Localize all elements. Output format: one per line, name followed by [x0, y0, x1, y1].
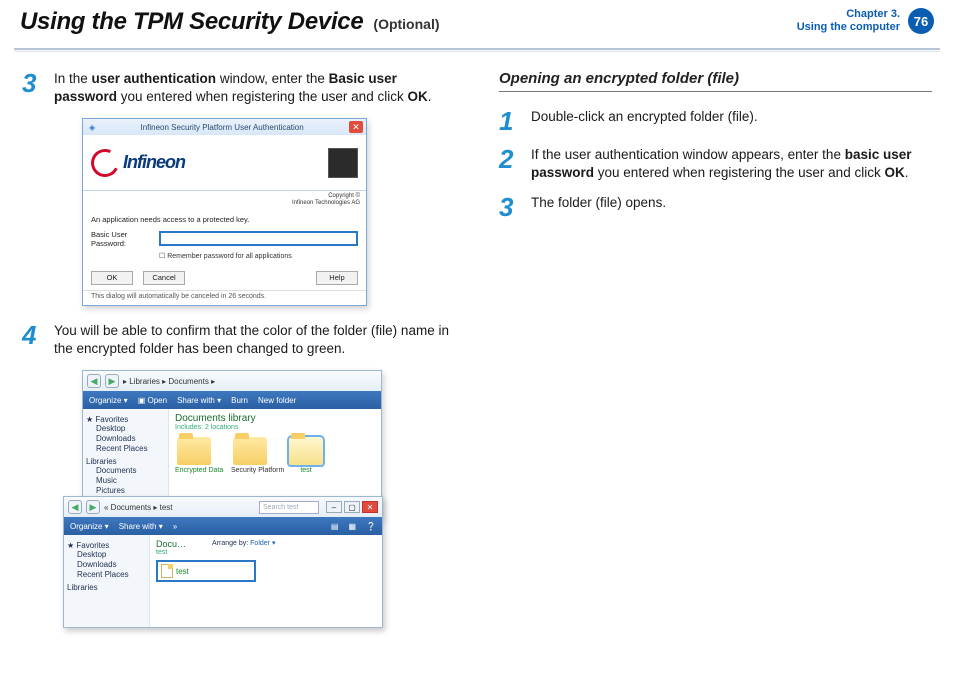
- explorer-titlebar: ◀ ▶ ▸ Libraries ▸ Documents ▸: [83, 371, 381, 391]
- page-number-badge: 76: [908, 8, 934, 34]
- sidebar-item-music[interactable]: Music: [96, 476, 165, 486]
- library-subtitle: Includes: 2 locations: [175, 424, 375, 431]
- sidebar-item-recent[interactable]: Recent Places: [96, 444, 165, 454]
- sidebar-favorites[interactable]: ★ Favorites: [86, 415, 165, 424]
- share-menu[interactable]: Share with ▾: [119, 522, 163, 531]
- back-icon[interactable]: ◀: [87, 374, 101, 388]
- arrange-by[interactable]: Arrange by: Folder ▾: [212, 539, 275, 547]
- step-text: The folder (file) opens.: [531, 194, 666, 220]
- cancel-button[interactable]: Cancel: [143, 271, 185, 285]
- explorer-window-nested: ◀ ▶ « Documents ▸ test Search test – ▢ ✕…: [63, 496, 383, 628]
- minimize-icon[interactable]: –: [326, 501, 342, 513]
- library-title: Docu…: [156, 539, 186, 549]
- more-menu[interactable]: »: [173, 522, 177, 531]
- sidebar-item-pictures[interactable]: Pictures: [96, 486, 165, 496]
- sidebar-item-downloads[interactable]: Downloads: [77, 560, 146, 570]
- breadcrumb[interactable]: ▸ Libraries ▸ Documents ▸: [123, 377, 215, 386]
- search-input[interactable]: Search test: [259, 501, 319, 514]
- step-text: You will be able to confirm that the col…: [54, 322, 455, 358]
- sidebar-item-desktop[interactable]: Desktop: [96, 424, 165, 434]
- page-subtitle: (Optional): [373, 16, 439, 32]
- chapter-label: Chapter 3. Using the computer: [797, 8, 900, 33]
- share-menu[interactable]: Share with ▾: [177, 396, 221, 405]
- open-step-3: 3 The folder (file) opens.: [499, 194, 932, 220]
- sidebar-libraries[interactable]: Libraries: [67, 583, 146, 592]
- folder-test[interactable]: test: [287, 437, 325, 474]
- preview-icon[interactable]: ▦: [348, 522, 356, 531]
- brand-logo: Infineon: [91, 149, 185, 177]
- password-input[interactable]: [159, 231, 358, 246]
- step-number: 3: [499, 194, 521, 220]
- back-icon[interactable]: ◀: [68, 500, 82, 514]
- folder-icon: [289, 437, 323, 465]
- step-number: 1: [499, 108, 521, 134]
- organize-menu[interactable]: Organize ▾: [70, 522, 109, 531]
- open-button[interactable]: ▣ Open: [138, 396, 167, 405]
- step-text: Double-click an encrypted folder (file).: [531, 108, 758, 134]
- close-icon[interactable]: ✕: [349, 121, 363, 133]
- folder-security-platform[interactable]: Security Platform: [231, 437, 269, 474]
- page-header: Using the TPM Security Device (Optional)…: [0, 0, 954, 48]
- explorer-toolbar: Organize ▾ Share with ▾ » ▤ ▦ ❔: [64, 517, 382, 535]
- folder-encrypted-data[interactable]: Encrypted Data: [175, 437, 213, 474]
- explorer-window: ◀ ▶ ▸ Libraries ▸ Documents ▸ Organize ▾…: [82, 370, 382, 520]
- open-step-1: 1 Double-click an encrypted folder (file…: [499, 108, 932, 134]
- step-number: 4: [22, 322, 44, 358]
- folder-icon: [177, 437, 211, 465]
- sidebar-item-downloads[interactable]: Downloads: [96, 434, 165, 444]
- chapter-line1: Chapter 3.: [797, 8, 900, 21]
- help-icon[interactable]: ❔: [366, 522, 376, 531]
- library-subtitle: test: [156, 549, 186, 556]
- file-test[interactable]: test: [156, 560, 256, 582]
- view-icon[interactable]: ▤: [331, 522, 339, 531]
- forward-icon[interactable]: ▶: [105, 374, 119, 388]
- dialog-title: Infineon Security Platform User Authenti…: [140, 123, 303, 132]
- step-4: 4 You will be able to confirm that the c…: [22, 322, 455, 358]
- breadcrumb[interactable]: « Documents ▸ test: [104, 503, 173, 512]
- remember-checkbox[interactable]: ☐ Remember password for all applications: [159, 252, 358, 260]
- chip-icon: [328, 148, 358, 178]
- dialog-message: An application needs access to a protect…: [91, 215, 358, 224]
- organize-menu[interactable]: Organize ▾: [89, 396, 128, 405]
- step-text: If the user authentication window appear…: [531, 146, 932, 182]
- swoosh-icon: [87, 145, 123, 181]
- right-column: Opening an encrypted folder (file) 1 Dou…: [499, 70, 932, 634]
- page-title: Using the TPM Security Device: [20, 8, 363, 36]
- ok-button[interactable]: OK: [91, 271, 133, 285]
- dialog-footer: This dialog will automatically be cancel…: [83, 290, 366, 305]
- explorer-toolbar: Organize ▾ ▣ Open Share with ▾ Burn New …: [83, 391, 381, 409]
- file-icon: [161, 564, 173, 578]
- folder-icon: [233, 437, 267, 465]
- close-icon[interactable]: ✕: [362, 501, 378, 513]
- sidebar-favorites[interactable]: ★ Favorites: [67, 541, 146, 550]
- header-rule: [14, 48, 940, 52]
- brand-caption: Copyright © Infineon Technologies AG: [83, 191, 366, 208]
- forward-icon[interactable]: ▶: [86, 500, 100, 514]
- burn-button[interactable]: Burn: [231, 396, 248, 405]
- left-column: 3 In the user authentication window, ent…: [22, 70, 455, 634]
- sidebar-item-desktop[interactable]: Desktop: [77, 550, 146, 560]
- chapter-line2: Using the computer: [797, 21, 900, 34]
- explorer-titlebar: ◀ ▶ « Documents ▸ test Search test – ▢ ✕: [64, 497, 382, 517]
- step-number: 2: [499, 146, 521, 182]
- newfolder-button[interactable]: New folder: [258, 396, 296, 405]
- file-name: test: [176, 567, 189, 576]
- auth-dialog: ◈ Infineon Security Platform User Authen…: [82, 118, 367, 305]
- step-number: 3: [22, 70, 44, 106]
- dialog-titlebar: ◈ Infineon Security Platform User Authen…: [83, 119, 366, 135]
- open-step-2: 2 If the user authentication window appe…: [499, 146, 932, 182]
- maximize-icon[interactable]: ▢: [344, 501, 360, 513]
- step-3: 3 In the user authentication window, ent…: [22, 70, 455, 106]
- sidebar-item-documents[interactable]: Documents: [96, 466, 165, 476]
- step-text: In the user authentication window, enter…: [54, 70, 455, 106]
- explorer-sidebar: ★ Favorites Desktop Downloads Recent Pla…: [64, 535, 150, 627]
- sidebar-item-recent[interactable]: Recent Places: [77, 570, 146, 580]
- password-label: Basic User Password:: [91, 230, 153, 248]
- section-heading: Opening an encrypted folder (file): [499, 70, 932, 92]
- brand-text: Infineon: [123, 152, 185, 173]
- help-button[interactable]: Help: [316, 271, 358, 285]
- shield-icon: ◈: [89, 123, 95, 132]
- library-title: Documents library: [175, 413, 375, 424]
- sidebar-libraries[interactable]: Libraries: [86, 457, 165, 466]
